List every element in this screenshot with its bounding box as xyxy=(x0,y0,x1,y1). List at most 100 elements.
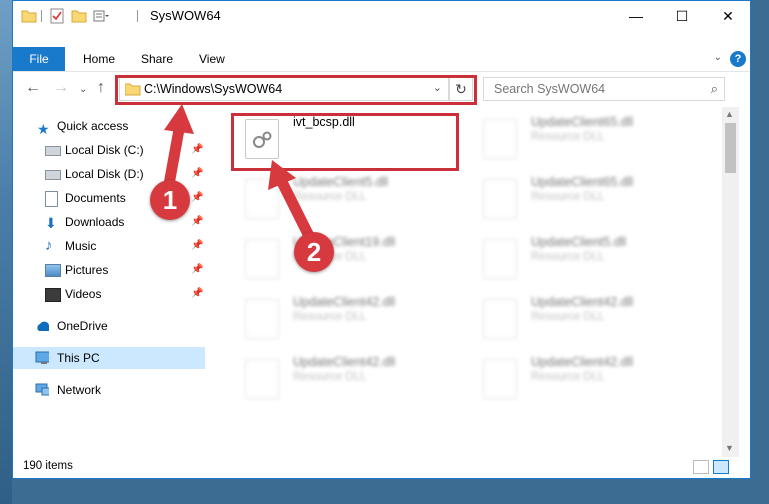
nav-label: Downloads xyxy=(65,215,125,229)
nav-pictures[interactable]: Pictures 📌 xyxy=(13,259,205,281)
window-title: SysWOW64 xyxy=(150,8,221,23)
pin-icon: 📌 xyxy=(191,144,204,155)
item-count: 190 items xyxy=(23,460,73,472)
file-item[interactable]: UpdateClient19.dll Resource DLL xyxy=(233,233,463,283)
file-name: UpdateClient65.dll xyxy=(531,175,634,189)
drive-icon xyxy=(45,170,61,180)
nav-local-disk-c[interactable]: Local Disk (C:) 📌 xyxy=(13,139,205,161)
search-input[interactable] xyxy=(492,81,696,97)
nav-onedrive[interactable]: OneDrive xyxy=(13,315,205,337)
search-icon: ⌕ xyxy=(710,81,718,96)
file-item[interactable]: UpdateClient42.dll Resource DLL xyxy=(233,293,463,343)
file-type: Resource DLL xyxy=(531,191,605,203)
music-icon: ♪ xyxy=(45,237,53,254)
minimize-button[interactable]: — xyxy=(613,1,659,31)
pictures-icon xyxy=(45,264,61,277)
nav-label: Music xyxy=(65,239,97,253)
tab-share[interactable]: Share xyxy=(141,47,173,71)
back-arrow-icon[interactable]: ← xyxy=(25,79,41,97)
nav-videos[interactable]: Videos 📌 xyxy=(13,283,205,305)
scroll-up-icon[interactable]: ▲ xyxy=(725,109,734,119)
pin-icon: 📌 xyxy=(191,264,204,275)
file-name: UpdateClient42.dll xyxy=(531,355,634,369)
file-explorer-window: SysWOW64 — ☐ ✕ File Home Share View ⌄ ? … xyxy=(12,0,751,479)
file-item[interactable]: UpdateClient65.dll Resource DLL xyxy=(471,173,701,223)
cloud-icon xyxy=(37,321,49,331)
dll-file-icon xyxy=(483,119,517,159)
file-highlight-box xyxy=(231,113,459,171)
nav-label: Local Disk (D:) xyxy=(65,167,144,181)
folder-icon xyxy=(21,10,37,23)
dll-file-icon xyxy=(483,359,517,399)
scroll-thumb[interactable] xyxy=(725,123,736,173)
pin-icon: 📌 xyxy=(191,240,204,251)
tab-view[interactable]: View xyxy=(199,47,225,71)
nav-label: Pictures xyxy=(65,263,109,277)
search-box[interactable]: ⌕ xyxy=(483,77,725,101)
address-highlight-box xyxy=(115,75,477,105)
customize-toolbar-icon[interactable] xyxy=(93,8,109,24)
file-name: UpdateClient42.dll xyxy=(293,295,396,309)
file-name: UpdateClient5.dll xyxy=(531,235,627,249)
documents-icon xyxy=(45,191,58,207)
file-name: UpdateClient5.dll xyxy=(293,175,389,189)
file-name: UpdateClient65.dll xyxy=(531,115,634,129)
file-type: Resource DLL xyxy=(293,371,367,383)
nav-quick-access[interactable]: ★ Quick access xyxy=(13,115,205,137)
file-item[interactable]: UpdateClient5.dll Resource DLL xyxy=(233,173,463,223)
large-icons-view-icon[interactable] xyxy=(713,460,729,474)
file-item[interactable]: UpdateClient42.dll Resource DLL xyxy=(471,293,701,343)
new-folder-icon[interactable] xyxy=(71,8,87,24)
dll-file-icon xyxy=(245,179,279,219)
nav-network[interactable]: Network xyxy=(13,379,205,401)
nav-label: Quick access xyxy=(57,119,129,133)
file-item[interactable]: UpdateClient65.dll Resource DLL xyxy=(471,113,701,163)
nav-label: Network xyxy=(57,383,102,397)
vertical-scrollbar[interactable]: ▲ ▼ xyxy=(722,107,739,457)
maximize-button[interactable]: ☐ xyxy=(659,1,705,31)
downloads-icon: ⬇ xyxy=(45,215,57,231)
properties-icon[interactable] xyxy=(49,8,65,24)
file-type: Resource DLL xyxy=(531,131,605,143)
expand-ribbon-icon[interactable]: ⌄ xyxy=(714,52,722,63)
ribbon-tabs: File Home Share View ⌄ ? xyxy=(13,47,750,72)
up-arrow-icon[interactable]: ↑ xyxy=(97,79,105,97)
file-type: Resource DLL xyxy=(293,191,367,203)
file-item[interactable]: UpdateClient42.dll Resource DLL xyxy=(233,353,463,403)
recent-locations-icon[interactable]: ⌄ xyxy=(79,84,87,95)
nav-label: Videos xyxy=(65,287,102,301)
pin-icon: 📌 xyxy=(191,216,204,227)
videos-icon xyxy=(45,288,61,302)
nav-label: OneDrive xyxy=(57,319,108,333)
pin-icon: 📌 xyxy=(191,192,204,203)
navigation-pane: ★ Quick access Local Disk (C:) 📌 Local D… xyxy=(13,109,205,459)
computer-icon xyxy=(35,351,49,364)
nav-label: This PC xyxy=(57,351,100,365)
dll-file-icon xyxy=(245,359,279,399)
file-type: Resource DLL xyxy=(531,311,605,323)
dll-file-icon xyxy=(483,179,517,219)
details-view-icon[interactable] xyxy=(693,460,709,474)
nav-music[interactable]: ♪ Music 📌 xyxy=(13,235,205,257)
nav-label: Local Disk (C:) xyxy=(65,143,144,157)
pin-icon: 📌 xyxy=(191,168,204,179)
status-bar: 190 items xyxy=(13,457,750,478)
tab-home[interactable]: Home xyxy=(83,47,115,71)
forward-arrow-icon[interactable]: → xyxy=(53,79,69,97)
help-icon[interactable]: ? xyxy=(730,51,746,67)
star-icon: ★ xyxy=(37,121,50,137)
scroll-down-icon[interactable]: ▼ xyxy=(725,443,734,453)
separator xyxy=(137,10,138,22)
nav-this-pc[interactable]: This PC xyxy=(13,347,205,369)
dll-file-icon xyxy=(483,299,517,339)
file-item[interactable]: UpdateClient5.dll Resource DLL xyxy=(471,233,701,283)
separator xyxy=(41,10,42,22)
callout-badge-1: 1 xyxy=(150,180,190,220)
close-button[interactable]: ✕ xyxy=(705,1,750,31)
file-type: Resource DLL xyxy=(531,251,605,263)
file-name: UpdateClient42.dll xyxy=(531,295,634,309)
network-icon xyxy=(35,383,49,396)
file-item[interactable]: UpdateClient42.dll Resource DLL xyxy=(471,353,701,403)
tab-file[interactable]: File xyxy=(13,47,65,71)
file-name: UpdateClient42.dll xyxy=(293,355,396,369)
